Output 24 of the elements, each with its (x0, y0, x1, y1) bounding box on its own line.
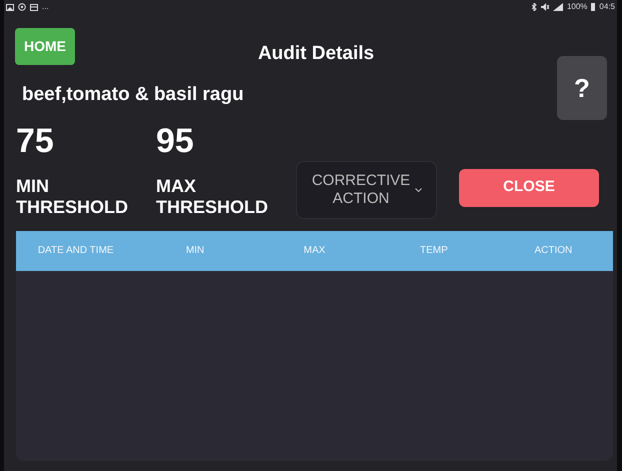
threshold-value: 95 (156, 124, 194, 158)
item-name: beef,tomato & basil ragu (22, 84, 244, 105)
threshold-value: 75 (16, 124, 54, 158)
page-title: Audit Details (258, 43, 374, 64)
threshold-label: MIN THRESHOLD (16, 176, 129, 219)
caret-icon (415, 188, 422, 192)
help-button[interactable]: ? (557, 56, 607, 120)
image-notification-icon (6, 4, 14, 10)
bluetooth-icon (532, 3, 537, 11)
signal-icon (552, 3, 563, 11)
battery-percent-text: 100% (566, 1, 588, 13)
battery-icon (591, 3, 596, 11)
more-notifications-text: ... (42, 1, 49, 13)
column-header: TEMP (419, 244, 449, 258)
sync-notification-icon (18, 3, 26, 11)
column-header: MIN (184, 244, 206, 258)
threshold-label: MAX THRESHOLD (156, 176, 269, 219)
column-header: MAX (302, 244, 326, 258)
clock-text: 04:5 (599, 1, 615, 13)
calendar-notification-icon (30, 4, 38, 10)
corrective-action-dropdown[interactable]: CORRECTIVE ACTION (296, 160, 437, 219)
column-header: ACTION (533, 244, 574, 258)
mute-icon (540, 3, 549, 11)
column-header: DATE AND TIME (36, 244, 115, 258)
